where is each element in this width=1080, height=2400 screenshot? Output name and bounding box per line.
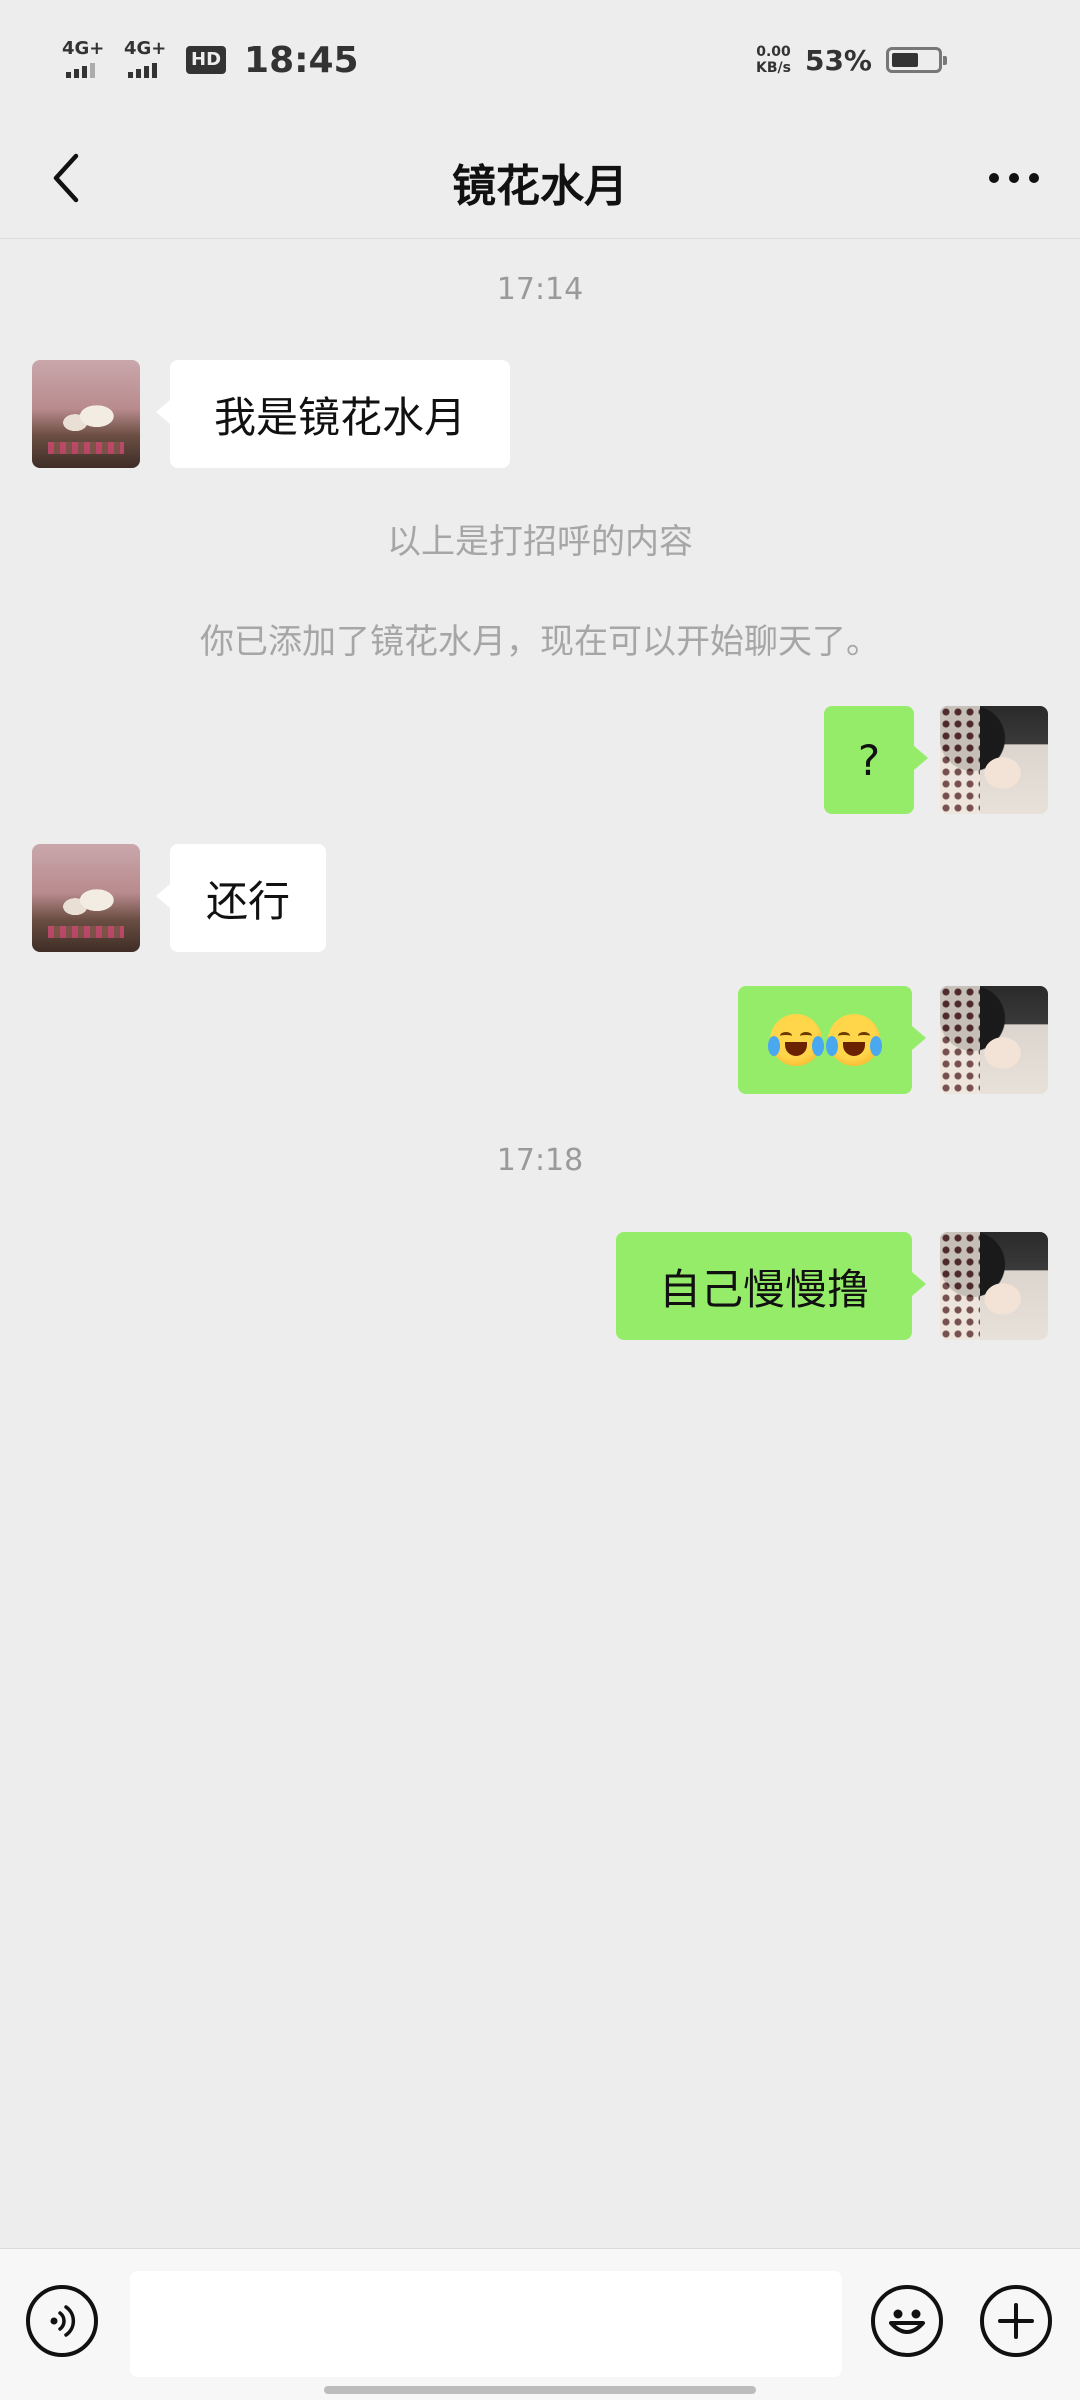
more-dots-icon: [989, 173, 1039, 183]
message-bubble[interactable]: 自己慢慢撸: [616, 1232, 926, 1340]
avatar[interactable]: [940, 706, 1048, 814]
face-with-tears-of-joy-icon: [768, 1014, 824, 1066]
battery-percent: 53%: [804, 43, 872, 77]
plus-icon: [998, 2303, 1034, 2339]
more-actions-button[interactable]: [980, 2285, 1052, 2357]
message-bubble[interactable]: 还行: [156, 844, 326, 952]
status-bar: 4G+ 4G+ HD 18:45 0.00 KB/s 53%: [0, 0, 1080, 120]
message-text: 我是镜花水月: [213, 392, 466, 442]
message-text: 还行: [205, 876, 290, 926]
more-button[interactable]: [978, 142, 1050, 214]
status-time: 18:45: [244, 39, 359, 81]
avatar[interactable]: [940, 1232, 1048, 1340]
face-with-tears-of-joy-icon: [826, 1014, 882, 1066]
avatar[interactable]: [940, 986, 1048, 1094]
signal-strength-icon: 4G+: [62, 40, 112, 80]
emoji-button[interactable]: [871, 2285, 943, 2357]
home-indicator[interactable]: [324, 2386, 756, 2394]
message-text: ?: [857, 735, 881, 785]
status-right: 0.00 KB/s 53%: [756, 38, 947, 82]
signal-type-label: 4G+: [62, 38, 105, 59]
voice-button[interactable]: [26, 2285, 98, 2357]
hd-voice-icon: HD: [186, 46, 227, 74]
avatar[interactable]: [32, 844, 140, 952]
chat-screen: 4G+ 4G+ HD 18:45 0.00 KB/s 53% 镜花水月 17:1…: [0, 0, 1080, 2400]
signal-strength-icon: 4G+: [124, 40, 174, 80]
message-bubble[interactable]: 我是镜花水月: [156, 360, 510, 468]
system-message: 你已添加了镜花水月，现在可以开始聊天了。: [200, 622, 880, 662]
battery-icon: [886, 47, 947, 73]
voice-icon: [50, 2305, 76, 2337]
smiley-icon: [889, 2309, 925, 2334]
network-speed-unit: KB/s: [756, 60, 791, 76]
message-input[interactable]: [130, 2271, 842, 2377]
network-speed-value: 0.00: [756, 44, 791, 60]
status-left: 4G+ 4G+ HD 18:45: [62, 36, 359, 84]
message-bubble[interactable]: [738, 986, 926, 1094]
page-title: 镜花水月: [452, 161, 628, 212]
message-text: 自己慢慢撸: [658, 1264, 869, 1314]
input-bar: [0, 2248, 1080, 2400]
message-bubble[interactable]: ?: [824, 706, 928, 814]
timestamp: 17:18: [496, 1143, 584, 1178]
network-speed: 0.00 KB/s: [756, 44, 791, 76]
signal-type-label: 4G+: [124, 38, 167, 59]
system-message: 以上是打招呼的内容: [387, 522, 693, 562]
timestamp: 17:14: [496, 272, 584, 307]
avatar[interactable]: [32, 360, 140, 468]
nav-bar: 镜花水月: [0, 120, 1080, 239]
